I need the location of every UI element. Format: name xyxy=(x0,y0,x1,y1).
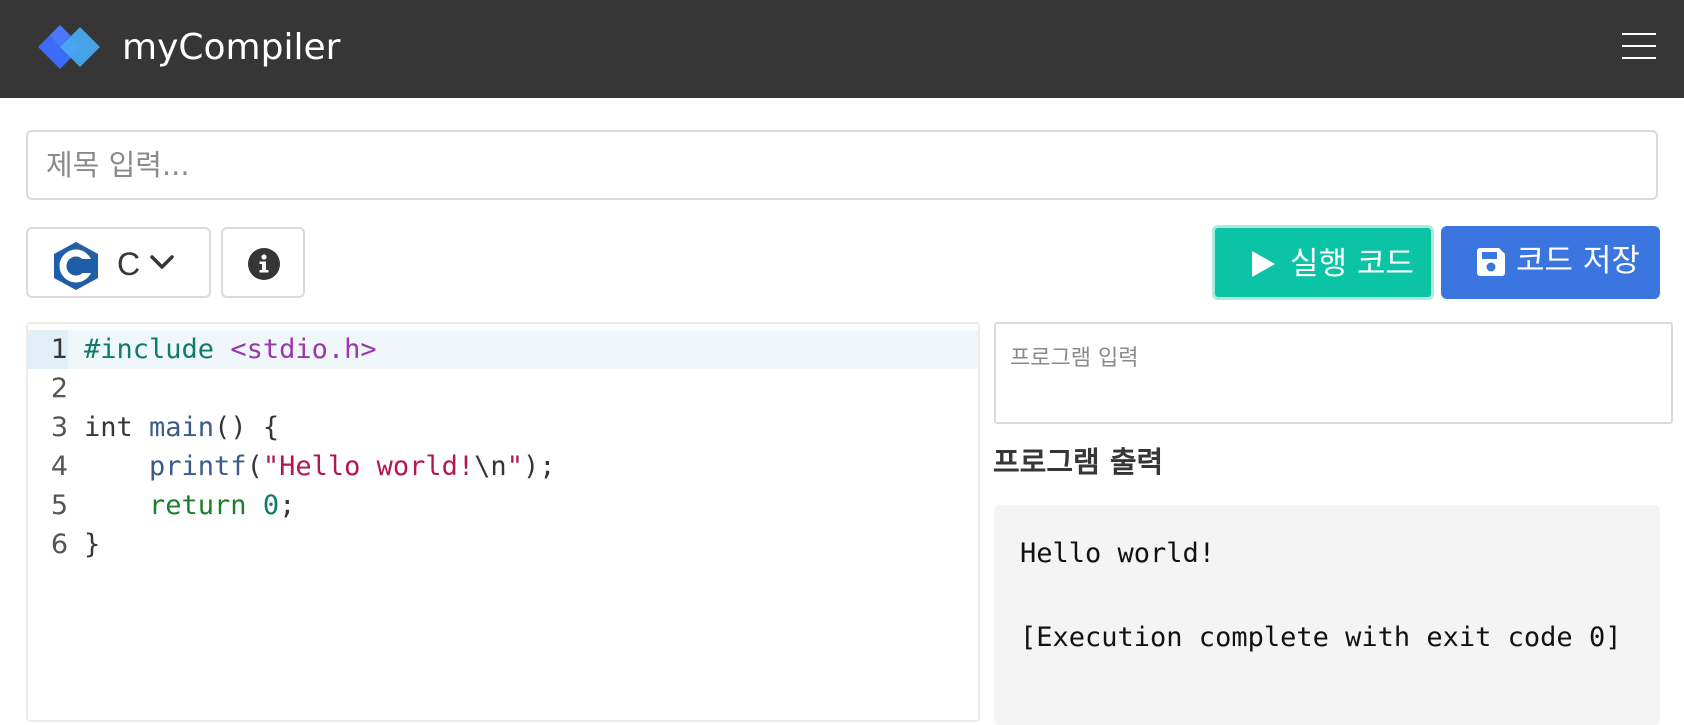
code-token: } xyxy=(84,529,101,560)
code-token: "Hello world! xyxy=(262,451,475,482)
code-line[interactable]: 1 #include <stdio.h> xyxy=(28,330,978,369)
code-token: return xyxy=(149,490,263,521)
line-number: 1 xyxy=(28,330,68,369)
code-line[interactable]: 5 return 0; xyxy=(28,486,978,525)
save-code-label: 코드 저장 xyxy=(1516,243,1640,279)
hamburger-menu-icon[interactable] xyxy=(1622,33,1656,59)
language-select[interactable]: C xyxy=(26,227,211,298)
code-token: main xyxy=(149,412,215,443)
code-token: \n xyxy=(474,451,507,482)
line-number: 2 xyxy=(50,373,68,404)
code-token: ( xyxy=(246,451,263,482)
code-token: #include xyxy=(84,334,231,365)
chevron-down-icon xyxy=(150,255,174,269)
line-number: 5 xyxy=(50,490,68,521)
info-button[interactable] xyxy=(221,227,305,298)
code-text: int main() { xyxy=(84,408,279,447)
play-icon xyxy=(1252,251,1275,277)
code-token: () { xyxy=(214,412,280,443)
title-input[interactable] xyxy=(26,130,1658,200)
line-number: 6 xyxy=(50,529,68,560)
code-text: printf("Hello world!\n"); xyxy=(84,447,555,486)
code-token: " xyxy=(506,451,523,482)
mycompiler-logo-icon[interactable] xyxy=(38,23,102,71)
save-code-button[interactable]: 코드 저장 xyxy=(1441,226,1660,299)
code-text: return 0; xyxy=(84,486,295,525)
code-token: int xyxy=(84,412,150,443)
line-number: 3 xyxy=(50,412,68,443)
run-code-button[interactable]: 실행 코드 xyxy=(1212,225,1434,300)
program-output: Hello world! [Execution complete with ex… xyxy=(994,505,1660,725)
c-language-icon xyxy=(54,242,98,290)
line-number: 4 xyxy=(50,451,68,482)
code-token: ); xyxy=(522,451,556,482)
code-token: <stdio.h> xyxy=(230,334,377,365)
navbar: myCompiler xyxy=(0,0,1684,98)
code-line[interactable]: 3 int main() { xyxy=(28,408,978,447)
program-output-heading: 프로그램 출력 xyxy=(993,445,1164,479)
code-line[interactable]: 2 xyxy=(28,369,978,408)
code-token: ; xyxy=(279,490,296,521)
code-editor[interactable]: 1 #include <stdio.h> 2 3 int main() {4 print… xyxy=(26,322,980,722)
program-input[interactable] xyxy=(994,322,1673,424)
code-text: #include <stdio.h> xyxy=(84,330,377,369)
brand-name[interactable]: myCompiler xyxy=(122,26,340,70)
code-line[interactable]: 4 printf("Hello world!\n"); xyxy=(28,447,978,486)
code-token: 0 xyxy=(262,490,280,521)
info-icon xyxy=(248,248,280,280)
floppy-disk-icon xyxy=(1477,248,1505,276)
language-label: C xyxy=(117,246,141,282)
code-token: printf xyxy=(149,451,247,482)
code-line[interactable]: 6} xyxy=(28,525,978,564)
run-code-label: 실행 코드 xyxy=(1290,246,1414,282)
code-text: } xyxy=(84,525,100,564)
